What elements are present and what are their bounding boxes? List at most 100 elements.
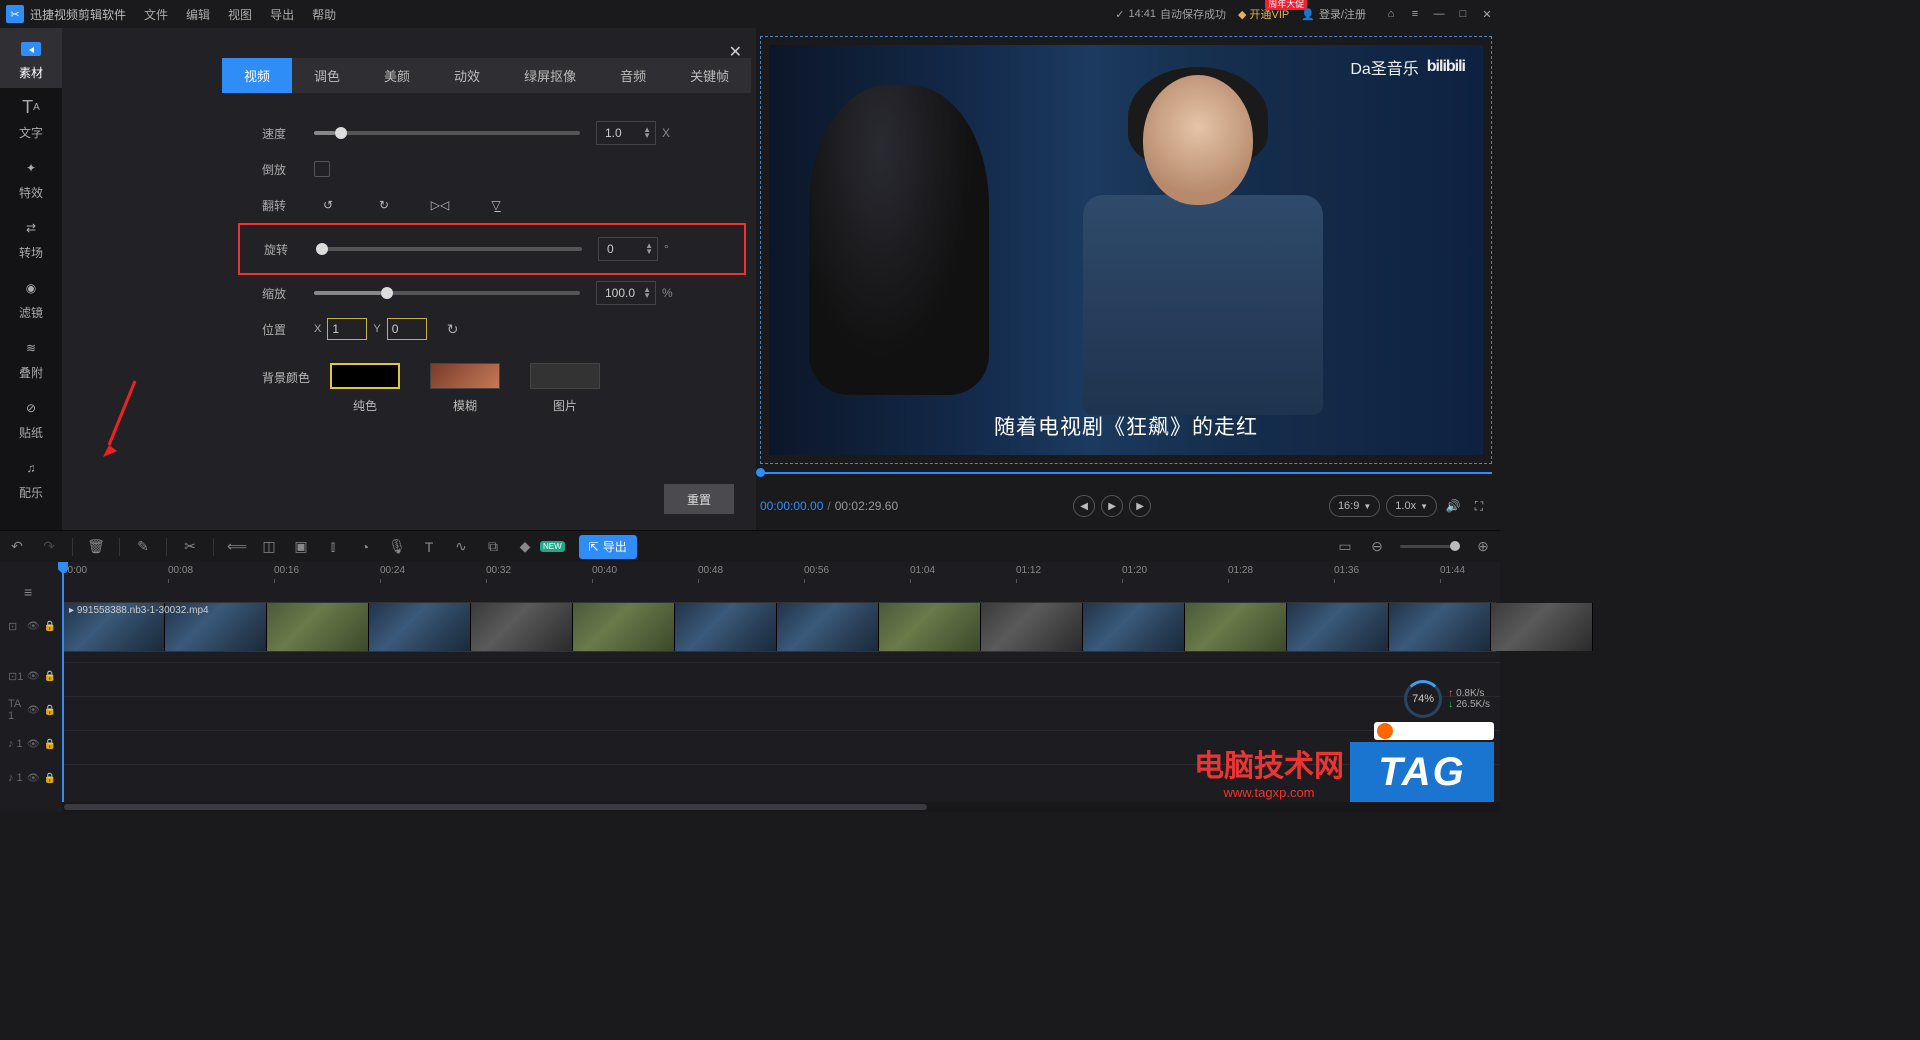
login-button[interactable]: 👤 登录/注册 — [1301, 6, 1366, 22]
tab-beauty[interactable]: 美颜 — [362, 58, 432, 93]
bg-solid-option[interactable]: 纯色 — [330, 363, 400, 414]
bg-blur-option[interactable]: 模糊 — [430, 363, 500, 414]
rotate-ccw-icon[interactable]: ↺ — [318, 195, 338, 215]
fit-icon[interactable]: ▭ — [1336, 538, 1354, 556]
volume-icon[interactable]: 🔊 — [1443, 496, 1463, 516]
split-left-icon[interactable]: ⟸ — [228, 538, 246, 556]
reverse-checkbox[interactable] — [314, 161, 330, 177]
tab-text[interactable]: TA文字 — [0, 88, 62, 148]
autosave-status: ✓ 14:41 自动保存成功 — [1115, 6, 1226, 22]
keyframe-icon[interactable]: ◆ — [516, 538, 534, 556]
next-frame-button[interactable]: ▶ — [1129, 495, 1151, 517]
upload-speed: 0.8K/s — [1448, 688, 1490, 699]
flip-horizontal-icon[interactable]: ▷◁ — [430, 195, 450, 215]
menu-edit[interactable]: 编辑 — [186, 6, 210, 23]
tab-material[interactable]: 素材 — [0, 28, 62, 88]
prev-frame-button[interactable]: ◀ — [1073, 495, 1095, 517]
rotate-input[interactable]: 0▲▼ — [598, 237, 658, 261]
scale-input[interactable]: 100.0▲▼ — [596, 281, 656, 305]
tab-effects[interactable]: ✦特效 — [0, 148, 62, 208]
preview-progress[interactable] — [760, 472, 1492, 474]
tab-greenscreen[interactable]: 绿屏抠像 — [502, 58, 598, 93]
position-x-input[interactable] — [327, 318, 367, 340]
crop-icon[interactable]: ◫ — [260, 538, 278, 556]
eye-icon[interactable]: 👁 — [27, 621, 40, 632]
speed-slider[interactable] — [314, 131, 580, 135]
clock-icon[interactable]: ◔ — [356, 538, 374, 556]
tab-motion[interactable]: 动效 — [432, 58, 502, 93]
ime-search-overlay — [1374, 722, 1494, 740]
tag-watermark: TAG — [1350, 742, 1494, 802]
home-icon[interactable]: ⌂ — [1384, 8, 1398, 21]
tab-filter[interactable]: ◉滤镜 — [0, 268, 62, 328]
scale-slider[interactable] — [314, 291, 580, 295]
tab-color[interactable]: 调色 — [292, 58, 362, 93]
timeline-ruler[interactable]: 00:0000:0800:1600:2400:3200:4000:4800:56… — [62, 562, 1500, 584]
maximize-icon[interactable]: □ — [1456, 8, 1470, 21]
filmstrip-frame — [1083, 603, 1185, 651]
filmstrip-frame — [1185, 603, 1287, 651]
preview-progress-handle[interactable] — [756, 468, 765, 477]
play-button[interactable]: ▶ — [1101, 495, 1123, 517]
position-y-input[interactable] — [387, 318, 427, 340]
delete-icon[interactable]: 🗑 — [87, 538, 105, 556]
tab-keyframe[interactable]: 关键帧 — [668, 58, 751, 93]
tab-video[interactable]: 视频 — [222, 58, 292, 93]
text-tool-icon[interactable]: T — [420, 538, 438, 556]
layers-icon: ≋ — [19, 336, 43, 360]
text-icon: TA — [19, 96, 43, 120]
speed-input[interactable]: 1.0▲▼ — [596, 121, 656, 145]
rotate-cw-icon[interactable]: ↻ — [374, 195, 394, 215]
tab-transition[interactable]: ⇄转场 — [0, 208, 62, 268]
position-reset-icon[interactable]: ↻ — [447, 321, 459, 338]
cut-icon[interactable]: ✂ — [181, 538, 199, 556]
tab-overlay[interactable]: ≋叠附 — [0, 328, 62, 388]
menu-icon[interactable]: ≡ — [1408, 8, 1422, 21]
track-menu-icon[interactable]: ≡ — [24, 584, 32, 600]
timeline-scrollbar[interactable] — [62, 802, 1500, 812]
filmstrip-frame — [573, 603, 675, 651]
zoom-slider[interactable] — [1400, 545, 1460, 548]
playhead[interactable] — [62, 562, 64, 812]
reset-button[interactable]: 重置 — [664, 484, 734, 514]
filmstrip-frame — [471, 603, 573, 651]
close-panel-icon[interactable]: ✕ — [729, 42, 742, 62]
menu-help[interactable]: 帮助 — [312, 6, 336, 23]
flip-vertical-icon[interactable]: ▽̲ — [486, 195, 506, 215]
undo-icon[interactable]: ↶ — [8, 538, 26, 556]
download-speed: 26.5K/s — [1448, 699, 1490, 710]
aspect-ratio-select[interactable]: 16:9▼ — [1329, 495, 1380, 517]
redo-icon[interactable]: ↷ — [40, 538, 58, 556]
zoom-out-icon[interactable]: ⊖ — [1368, 538, 1386, 556]
tab-music[interactable]: ♫配乐 — [0, 448, 62, 508]
menu-view[interactable]: 视图 — [228, 6, 252, 23]
bg-image-option[interactable]: 图片 — [530, 363, 600, 414]
rotate-slider[interactable] — [316, 247, 582, 251]
music-icon: ♫ — [19, 456, 43, 480]
minimize-icon[interactable]: ― — [1432, 8, 1446, 21]
screenshot-icon[interactable]: ▣ — [292, 538, 310, 556]
flip-row: 翻转 ↺ ↻ ▷◁ ▽̲ — [262, 187, 722, 223]
lock-icon[interactable]: 🔒 — [44, 621, 56, 632]
edit-icon[interactable]: ✎ — [134, 538, 152, 556]
video-clip[interactable]: ▸ 991558388.nb3-1-30032.mp4 — [62, 602, 1496, 652]
filmstrip-frame — [369, 603, 471, 651]
close-window-icon[interactable]: ✕ — [1480, 8, 1494, 21]
zoom-in-icon[interactable]: ⊕ — [1474, 538, 1492, 556]
tab-sticker[interactable]: ⊘贴纸 — [0, 388, 62, 448]
preview-canvas-wrap[interactable]: Da圣音乐 bilibili 随着电视剧《狂飙》的走红 — [760, 36, 1492, 464]
mic-icon[interactable]: 🎙 — [388, 538, 406, 556]
menu-file[interactable]: 文件 — [144, 6, 168, 23]
export-button[interactable]: ⇱导出 — [579, 535, 637, 559]
copy-icon[interactable]: ⧉ — [484, 538, 502, 556]
ruler-tick: 01:20 — [1122, 565, 1147, 576]
position-row: 位置 X Y ↻ — [262, 311, 722, 347]
chart-icon[interactable]: ⫾ — [324, 538, 342, 556]
fullscreen-icon[interactable]: ⛶ — [1469, 496, 1489, 516]
playback-speed-select[interactable]: 1.0x▼ — [1386, 495, 1437, 517]
speed-row: 速度 1.0▲▼ X — [262, 115, 722, 151]
menu-export[interactable]: 导出 — [270, 6, 294, 23]
vip-button[interactable]: ◆ 开通VIP 周年大促 — [1238, 6, 1289, 22]
tab-audio[interactable]: 音频 — [598, 58, 668, 93]
bezier-icon[interactable]: ∿ — [452, 538, 470, 556]
